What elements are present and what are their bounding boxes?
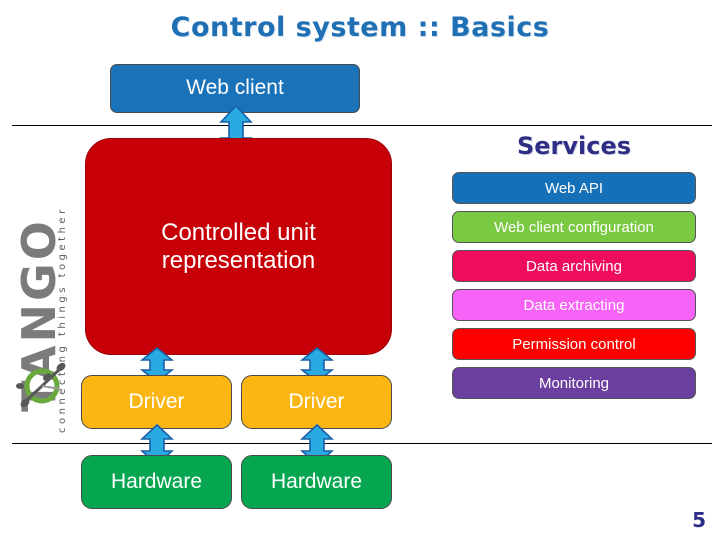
service-label: Monitoring <box>538 374 610 392</box>
controlled-unit-representation-box[interactable]: Controlled unit representation <box>85 138 392 355</box>
service-label: Data extracting <box>523 296 625 314</box>
service-bar-web-client-configuration[interactable]: Web client configuration <box>452 211 696 243</box>
driver-label: Driver <box>288 389 345 413</box>
service-bar-web-api[interactable]: Web API <box>452 172 696 204</box>
web-client-label: Web client <box>186 76 284 100</box>
divider-driver-hardware <box>12 443 712 444</box>
driver-box-right[interactable]: Driver <box>241 375 392 429</box>
core-label-line1: Controlled unit <box>161 218 316 246</box>
core-label-line2: representation <box>161 246 316 274</box>
service-label: Web API <box>544 179 604 197</box>
tango-logo: TANGO connecting things together <box>2 150 88 490</box>
service-label: Web client configuration <box>494 218 654 236</box>
hardware-label: Hardware <box>110 469 203 493</box>
page-title: Control system :: Basics <box>170 12 550 43</box>
service-bar-data-archiving[interactable]: Data archiving <box>452 250 696 282</box>
hardware-box-left[interactable]: Hardware <box>81 455 232 509</box>
service-label: Data archiving <box>526 257 622 275</box>
service-bar-permission-control[interactable]: Permission control <box>452 328 696 360</box>
service-bar-data-extracting[interactable]: Data extracting <box>452 289 696 321</box>
page-number: 5 <box>692 508 706 532</box>
driver-label: Driver <box>128 389 185 413</box>
service-label: Permission control <box>512 335 636 353</box>
hardware-label: Hardware <box>270 469 363 493</box>
service-bar-monitoring[interactable]: Monitoring <box>452 367 696 399</box>
divider-client-core <box>12 125 712 126</box>
tango-atom-icon <box>16 355 74 415</box>
services-heading: Services <box>516 132 632 160</box>
slide-canvas: Control system :: Basics TANGO connectin… <box>0 0 720 540</box>
hardware-box-right[interactable]: Hardware <box>241 455 392 509</box>
core-label: Controlled unit representation <box>161 219 316 274</box>
driver-box-left[interactable]: Driver <box>81 375 232 429</box>
